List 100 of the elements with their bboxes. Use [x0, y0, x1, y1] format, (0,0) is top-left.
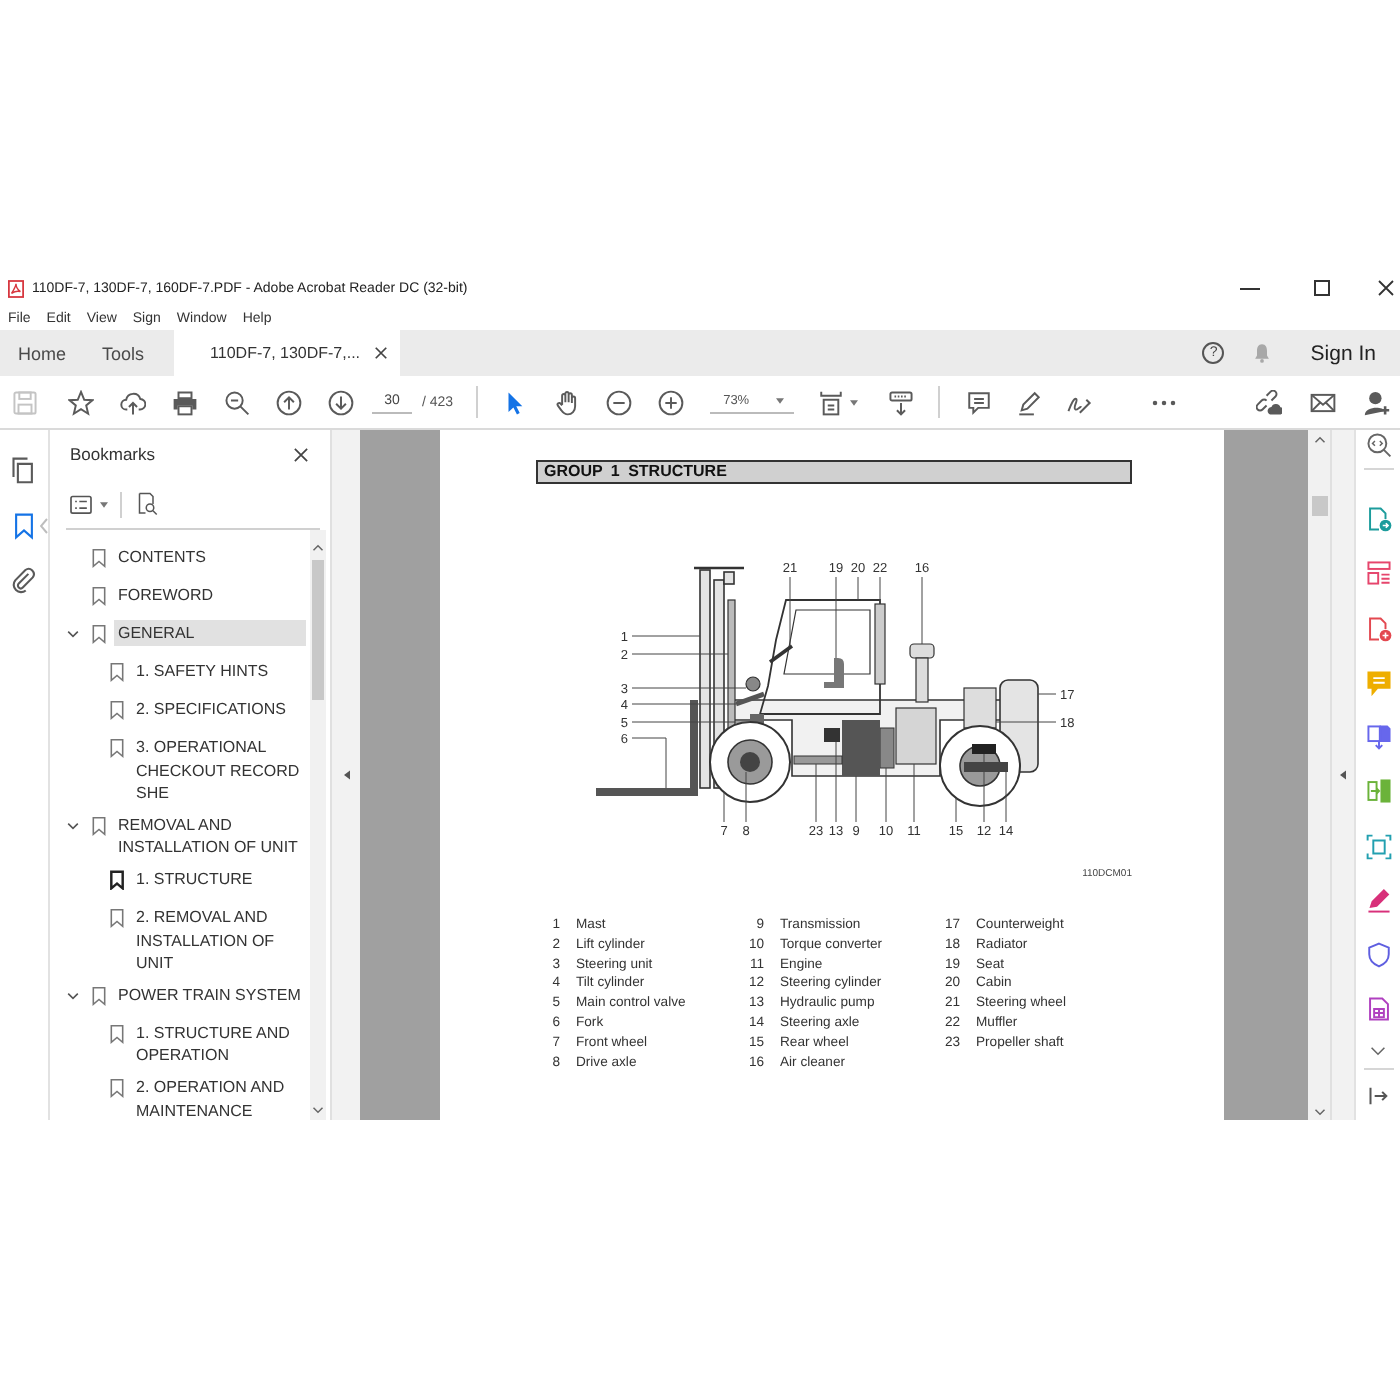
- expand-panel-icon[interactable]: [1368, 1086, 1388, 1106]
- bookmark-item[interactable]: 1. SAFETY HINTS: [132, 658, 306, 685]
- link-cloud-icon[interactable]: [1256, 389, 1282, 415]
- sign-in-button[interactable]: Sign In: [1310, 341, 1376, 365]
- fork: [596, 700, 698, 796]
- scrollbar-thumb[interactable]: [312, 560, 324, 700]
- magnifier-icon[interactable]: [1365, 432, 1391, 458]
- page-fit-icon[interactable]: [817, 389, 844, 415]
- leader-line: [815, 763, 817, 823]
- bookmark-item[interactable]: POWER TRAIN SYSTEM: [114, 982, 306, 1008]
- leader-line: [631, 653, 729, 655]
- leader-line: [913, 763, 915, 823]
- leader-line: [631, 635, 701, 637]
- transmission: [842, 720, 880, 776]
- comment-icon[interactable]: [965, 389, 992, 415]
- pen-icon[interactable]: [1015, 389, 1042, 415]
- hydraulic-pump: [824, 728, 840, 742]
- scan-icon[interactable]: [1365, 833, 1391, 860]
- bookmark-item[interactable]: GENERAL: [114, 620, 306, 647]
- propeller-shaft: [793, 755, 843, 765]
- scrollbar[interactable]: [310, 530, 326, 1120]
- star-icon[interactable]: [67, 389, 93, 415]
- minimize-icon[interactable]: [1240, 287, 1260, 289]
- leader-line: [835, 741, 837, 823]
- scroll-down-icon[interactable]: [1313, 1108, 1325, 1116]
- file-export-icon[interactable]: [1365, 506, 1391, 533]
- caret-icon[interactable]: [849, 399, 858, 405]
- close-icon[interactable]: [374, 346, 389, 360]
- leader-line: [631, 721, 751, 723]
- bookmark-item[interactable]: 1. STRUCTURE: [132, 866, 306, 893]
- file-add-icon[interactable]: [1365, 615, 1391, 642]
- more-icon[interactable]: [1151, 399, 1176, 405]
- leader-line: [995, 721, 1057, 723]
- file-grid-icon[interactable]: [1365, 996, 1391, 1023]
- close-icon[interactable]: [1378, 280, 1394, 296]
- section-heading: GROUP 1 STRUCTURE: [536, 460, 1132, 484]
- combine-files-icon[interactable]: [1365, 724, 1391, 751]
- print-icon[interactable]: [171, 389, 197, 415]
- seat: [824, 658, 844, 688]
- add-user-icon[interactable]: [1364, 389, 1390, 415]
- chevron-icon[interactable]: [65, 821, 79, 829]
- tab[interactable]: Tools: [84, 330, 163, 376]
- maximize-icon[interactable]: [1314, 280, 1330, 296]
- bookmark-icon[interactable]: [10, 511, 38, 539]
- bookmark-item[interactable]: FOREWORD: [114, 582, 306, 609]
- bookmark-item[interactable]: REMOVAL AND INSTALLATION OF UNIT: [114, 812, 306, 861]
- scrollbar[interactable]: [1308, 430, 1330, 1120]
- bookmark-item[interactable]: 2. SPECIFICATIONS: [132, 696, 306, 723]
- plus-circle-icon[interactable]: [658, 389, 685, 415]
- panel-title: Bookmarks: [70, 444, 156, 464]
- shield-icon[interactable]: [1365, 942, 1391, 969]
- bookmark-item[interactable]: 1. STRUCTURE AND OPERATION: [132, 1020, 306, 1069]
- mail-icon[interactable]: [1310, 389, 1336, 415]
- leader-line: [835, 576, 837, 659]
- drive-axle: [740, 752, 760, 772]
- options-icon[interactable]: [70, 494, 92, 514]
- chevron-down-icon[interactable]: [1370, 1046, 1386, 1056]
- scroll-up-icon[interactable]: [1313, 436, 1325, 444]
- left-triangle-icon[interactable]: [1340, 770, 1346, 780]
- paperclip-icon[interactable]: [10, 566, 38, 594]
- leader-line: [631, 737, 667, 789]
- caret-icon[interactable]: [100, 501, 108, 507]
- radiator: [963, 687, 997, 729]
- hand-icon[interactable]: [554, 389, 581, 415]
- scrollbar-thumb[interactable]: [1311, 496, 1327, 516]
- leader-line: [1005, 771, 1007, 823]
- chevron-icon[interactable]: [65, 991, 79, 999]
- bookmark-item[interactable]: CONTENTS: [114, 544, 306, 571]
- leader-line: [885, 767, 887, 823]
- organize-pages-icon[interactable]: [1365, 778, 1391, 805]
- collapse-handle[interactable]: [330, 430, 360, 1120]
- pages-icon[interactable]: [10, 456, 38, 484]
- steering-axle: [964, 762, 1008, 772]
- left-triangle-icon[interactable]: [343, 770, 349, 780]
- collapse-handle[interactable]: [1330, 430, 1354, 1120]
- scroll-up-icon[interactable]: [312, 544, 324, 552]
- leader-line: [983, 753, 985, 823]
- pdf-file-icon: [8, 279, 24, 297]
- leader-line: [1037, 693, 1057, 695]
- scroll-down-icon[interactable]: [312, 1106, 324, 1114]
- leader-line: [631, 687, 747, 689]
- keyboard-arrow-icon[interactable]: [887, 389, 914, 415]
- bookmark-item[interactable]: 3. OPERATIONAL CHECKOUT RECORD SHE: [132, 734, 306, 807]
- tab[interactable]: Home: [0, 330, 85, 376]
- leader-line: [789, 576, 791, 647]
- bookmark-item[interactable]: 2. OPERATION AND MAINTENANCE: [132, 1074, 306, 1120]
- cloud-upload-icon[interactable]: [119, 389, 145, 415]
- steering-cylinder: [972, 744, 996, 754]
- search-icon[interactable]: [223, 389, 249, 415]
- steering-unit: [745, 676, 761, 692]
- chevron-icon[interactable]: [65, 629, 79, 638]
- close-icon[interactable]: [294, 447, 308, 461]
- bookmark-item[interactable]: 2. REMOVAL AND INSTALLATION OF UNIT: [132, 904, 306, 977]
- minus-circle-icon[interactable]: [606, 389, 633, 415]
- tab[interactable]: 110DF-7, 130DF-7,...: [174, 330, 401, 376]
- air-cleaner: [909, 643, 935, 703]
- layout-icon[interactable]: [1365, 560, 1391, 587]
- pen-icon[interactable]: [1365, 887, 1391, 914]
- find-bookmark-icon[interactable]: [136, 492, 158, 516]
- torque-converter: [879, 727, 895, 769]
